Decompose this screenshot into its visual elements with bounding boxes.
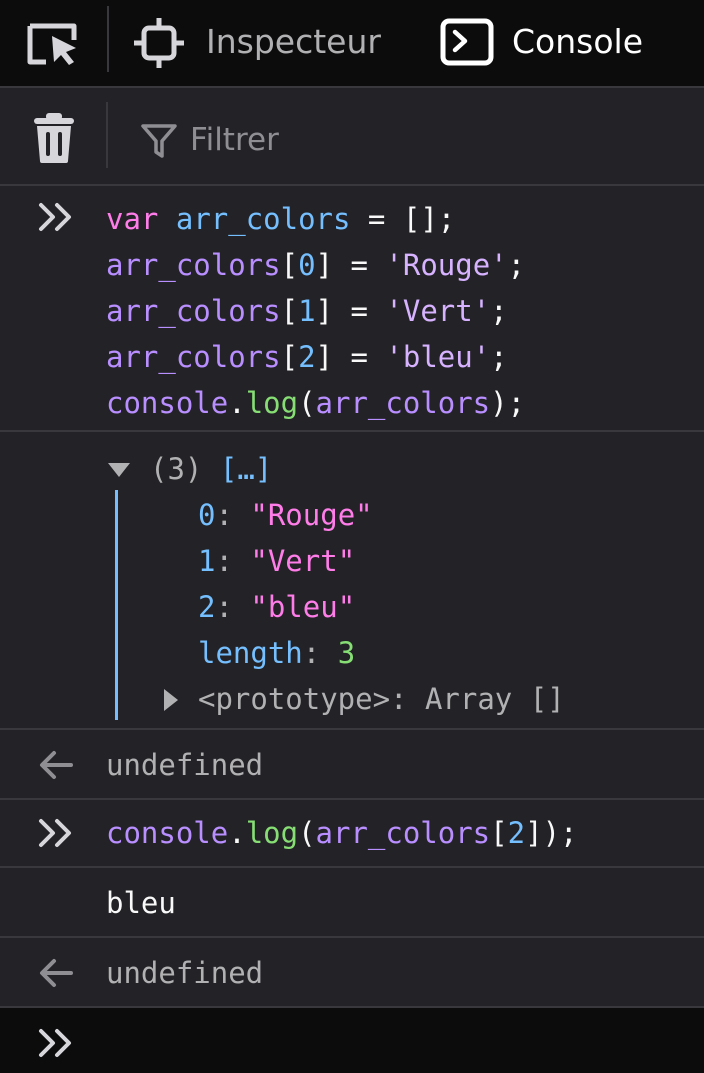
identifier: console xyxy=(106,816,229,850)
function-name: log xyxy=(245,816,299,850)
number: 1 xyxy=(298,294,316,328)
filter-icon xyxy=(141,124,177,158)
string: 'Vert' xyxy=(385,294,491,328)
identifier: arr_colors xyxy=(106,248,281,282)
log-value: bleu xyxy=(106,880,176,926)
paren: ); xyxy=(542,816,578,850)
bracket: ] xyxy=(525,816,543,850)
tab-inspector-label: Inspecteur xyxy=(206,22,381,61)
dot: . xyxy=(228,816,246,850)
string: 'bleu' xyxy=(385,340,491,374)
tabbar-separator xyxy=(107,6,109,72)
expand-triangle-icon[interactable] xyxy=(162,687,180,713)
array-summary: (3) […] xyxy=(150,446,272,492)
console-log-output: bleu xyxy=(0,868,704,938)
console-toolbar: Filtrer xyxy=(0,88,704,186)
semicolon: ; xyxy=(507,248,526,282)
bracket: ] xyxy=(315,340,334,374)
array-item: 2: "bleu" xyxy=(198,584,355,630)
item-value: "Vert" xyxy=(250,544,356,578)
identifier: arr_colors xyxy=(106,340,281,374)
code-line: arr_colors[2] = 'bleu'; xyxy=(106,334,508,380)
inspector-icon xyxy=(134,18,184,68)
result-text: undefined xyxy=(106,956,264,990)
literal: []; xyxy=(402,202,456,236)
number: 2 xyxy=(298,340,316,374)
result-value: undefined xyxy=(106,950,263,996)
arrow-left-icon xyxy=(40,959,73,987)
code-line: arr_colors[1] = 'Vert'; xyxy=(106,288,508,334)
code-line: var arr_colors = []; xyxy=(106,196,455,242)
bracket: [ xyxy=(490,816,508,850)
array-item: 0: "Rouge" xyxy=(198,492,373,538)
dot: . xyxy=(228,386,246,420)
collapse-triangle-icon[interactable] xyxy=(106,460,132,480)
item-key: 1 xyxy=(198,544,216,578)
tree-guide-line xyxy=(115,490,118,720)
string: 'Rouge' xyxy=(385,248,508,282)
operator: = xyxy=(333,294,386,328)
item-sep: : xyxy=(215,544,251,578)
prompt-chevron-icon xyxy=(39,203,71,231)
log-text: bleu xyxy=(106,886,176,920)
semicolon: ; xyxy=(490,340,508,374)
item-key: 2 xyxy=(198,590,216,624)
console-input-prompt[interactable] xyxy=(0,1008,704,1073)
length-key: length xyxy=(198,636,303,670)
filter-input[interactable]: Filtrer xyxy=(190,120,279,160)
identifier: console xyxy=(106,386,229,420)
array-preview: […] xyxy=(219,452,273,486)
console-icon xyxy=(440,18,494,66)
array-count: (3) xyxy=(150,452,203,486)
item-sep: : xyxy=(215,590,251,624)
length-value: 3 xyxy=(337,636,356,670)
semicolon: ; xyxy=(490,294,508,328)
bracket: [ xyxy=(280,340,299,374)
bracket: [ xyxy=(280,294,299,328)
tab-console-label: Console xyxy=(512,22,644,61)
result-text: undefined xyxy=(106,748,264,782)
result-value: undefined xyxy=(106,742,263,788)
bracket: ] xyxy=(315,248,334,282)
function-name: log xyxy=(245,386,299,420)
console-input-message: console.log(arr_colors[2]); xyxy=(0,800,704,868)
prompt-chevron-icon xyxy=(39,819,71,847)
identifier: arr_colors xyxy=(315,816,491,850)
code-line: arr_colors[0] = 'Rouge'; xyxy=(106,242,525,288)
paren: ( xyxy=(298,386,316,420)
item-value: "Rouge" xyxy=(250,498,373,532)
operator: = xyxy=(333,248,386,282)
paren: ( xyxy=(298,816,316,850)
console-result-message: undefined xyxy=(0,938,704,1008)
devtools-tabbar: Inspecteur Console xyxy=(0,0,704,88)
number: 0 xyxy=(298,248,316,282)
identifier: arr_colors xyxy=(106,294,281,328)
operator: = xyxy=(350,202,403,236)
element-picker-icon[interactable] xyxy=(26,22,82,66)
code-line: console.log(arr_colors[2]); xyxy=(106,810,577,856)
bracket: ] xyxy=(315,294,334,328)
paren: ); xyxy=(490,386,526,420)
toolbar-separator xyxy=(106,102,108,168)
item-sep: : xyxy=(215,498,251,532)
prototype-text: <prototype>: Array [] xyxy=(198,682,565,716)
bracket: [ xyxy=(280,248,299,282)
operator: = xyxy=(333,340,386,374)
console-result-message: undefined xyxy=(0,730,704,800)
arrow-left-icon xyxy=(40,751,73,779)
array-length: length: 3 xyxy=(198,630,355,676)
length-sep: : xyxy=(302,636,338,670)
trash-icon[interactable] xyxy=(32,112,76,164)
identifier: arr_colors xyxy=(175,202,351,236)
prototype-label: <prototype>: Array [] xyxy=(198,676,565,722)
array-item: 1: "Vert" xyxy=(198,538,355,584)
item-key: 0 xyxy=(198,498,216,532)
prompt-chevron-icon xyxy=(39,1029,71,1057)
keyword: var xyxy=(106,202,159,236)
identifier: arr_colors xyxy=(315,386,491,420)
code-line: console.log(arr_colors); xyxy=(106,380,525,426)
number: 2 xyxy=(507,816,526,850)
item-value: "bleu" xyxy=(250,590,356,624)
